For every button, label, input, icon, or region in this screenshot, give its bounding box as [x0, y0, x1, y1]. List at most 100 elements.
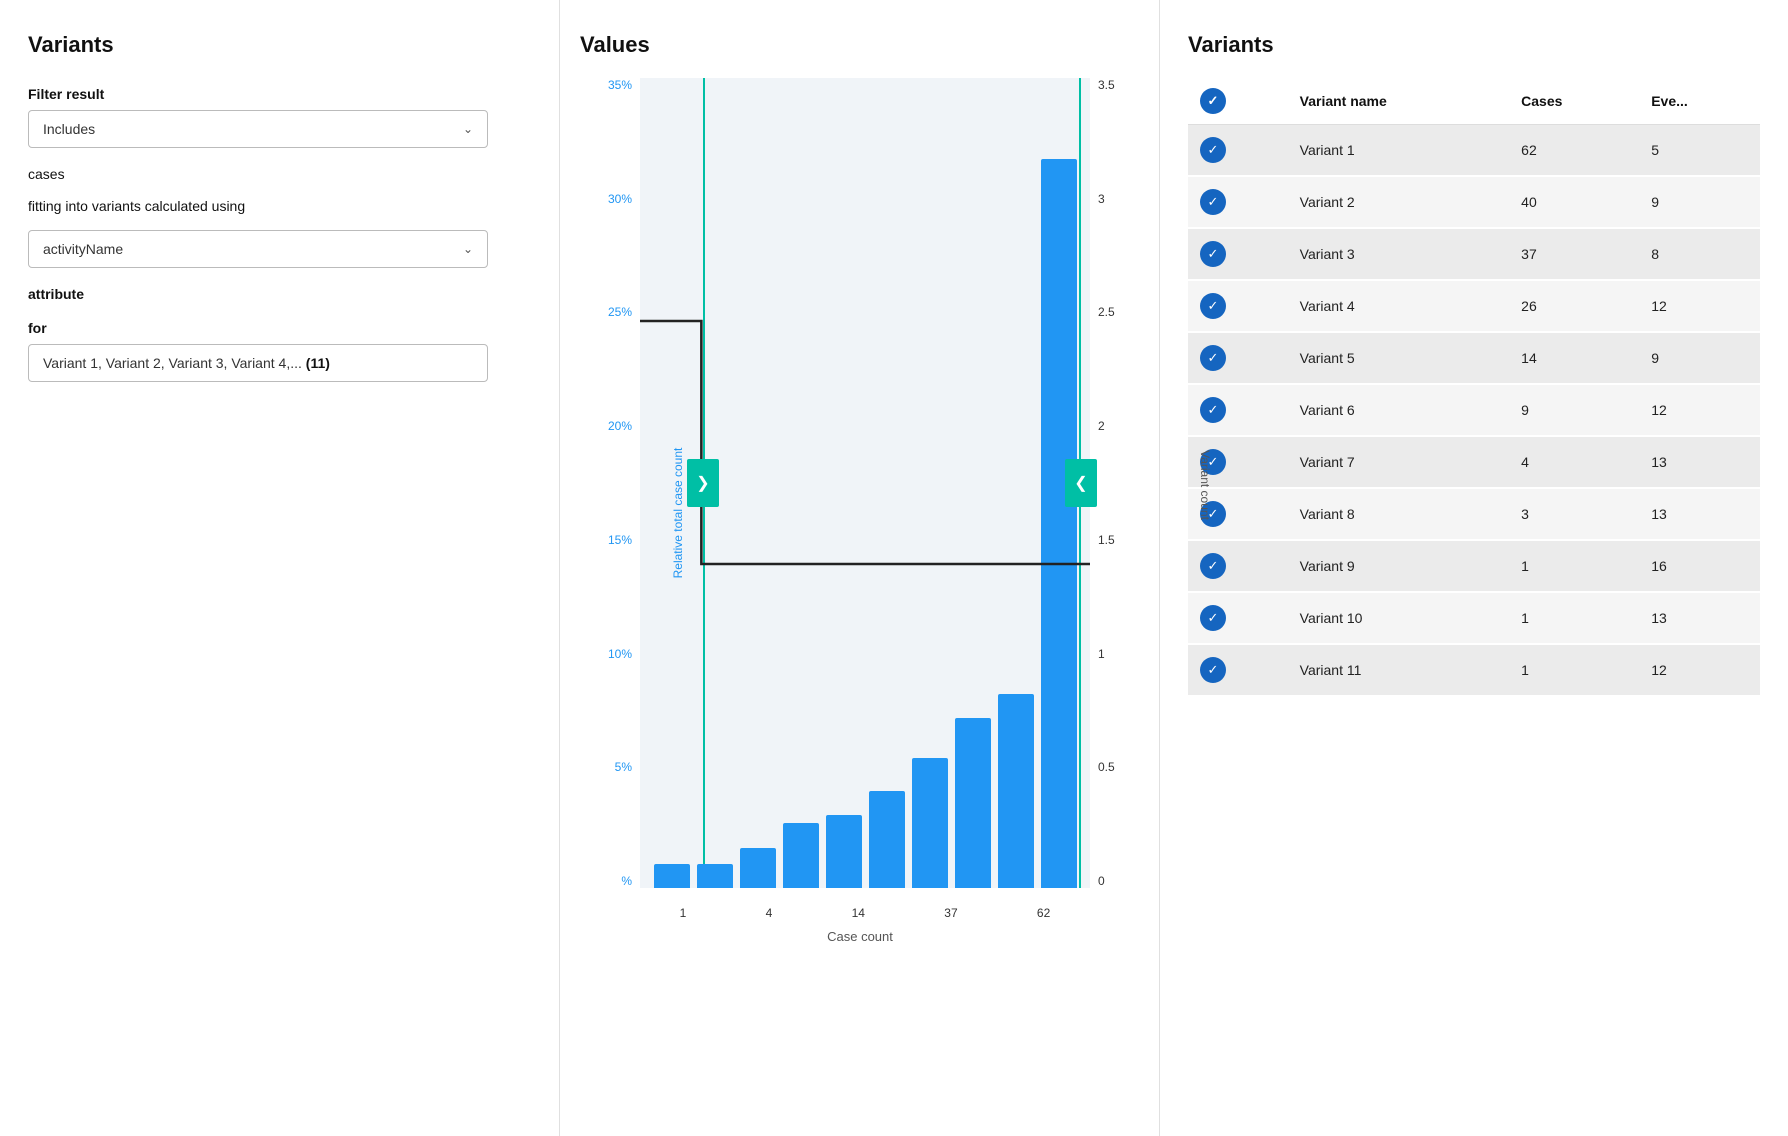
chevron-down-icon: ⌄ [463, 122, 473, 136]
y-axis-right: 3.5 3 2.5 2 1.5 1 0.5 0 [1092, 78, 1140, 888]
filter-result-label: Filter result [28, 86, 531, 102]
table-row: ✓Variant 10113 [1188, 592, 1760, 644]
row-check-cell[interactable]: ✓ [1188, 644, 1288, 696]
middle-panel: Values 35% 30% 25% 20% 15% 10% 5% % ❯ ❮ [560, 0, 1160, 1136]
row-events: 12 [1639, 644, 1760, 696]
row-check-cell[interactable]: ✓ [1188, 384, 1288, 436]
row-variant-name: Variant 3 [1288, 228, 1510, 280]
row-variant-name: Variant 2 [1288, 176, 1510, 228]
check-icon[interactable]: ✓ [1200, 605, 1226, 631]
variant-count-value: (11) [306, 355, 330, 371]
check-icon[interactable]: ✓ [1200, 189, 1226, 215]
table-row: ✓ Variant 1625 [1188, 125, 1760, 177]
bar-10 [1041, 159, 1077, 888]
row-cases: 14 [1509, 332, 1639, 384]
row-events: 16 [1639, 540, 1760, 592]
row-variant-name: Variant 5 [1288, 332, 1510, 384]
row-check-cell[interactable]: ✓ [1188, 592, 1288, 644]
row-variant-name: Variant 8 [1288, 488, 1510, 540]
table-row: ✓Variant 42612 [1188, 280, 1760, 332]
row-variant-name: Variant 11 [1288, 644, 1510, 696]
row-events: 5 [1639, 125, 1760, 177]
variant-list-box: Variant 1, Variant 2, Variant 3, Variant… [28, 344, 488, 382]
chart-container: 35% 30% 25% 20% 15% 10% 5% % ❯ ❮ [580, 78, 1140, 948]
attribute-label: attribute [28, 286, 531, 302]
row-check-cell[interactable]: ✓ [1188, 280, 1288, 332]
row-check-cell[interactable]: ✓ [1188, 125, 1288, 177]
row-cases: 37 [1509, 228, 1639, 280]
row-events: 9 [1639, 332, 1760, 384]
row-events: 12 [1639, 384, 1760, 436]
th-variant-name: Variant name [1288, 78, 1510, 125]
check-icon[interactable]: ✓ [1200, 137, 1226, 163]
nav-arrow-left[interactable]: ❯ [687, 459, 719, 507]
row-variant-name: Variant 1 [1288, 125, 1510, 177]
nav-arrow-right[interactable]: ❮ [1065, 459, 1097, 507]
row-check-cell[interactable]: ✓ [1188, 332, 1288, 384]
check-icon[interactable]: ✓ [1200, 397, 1226, 423]
row-events: 12 [1639, 280, 1760, 332]
row-events: 13 [1639, 488, 1760, 540]
cases-text: cases [28, 166, 531, 182]
table-row: ✓Variant 7413 [1188, 436, 1760, 488]
row-cases: 3 [1509, 488, 1639, 540]
table-row: ✓ Variant 11112 [1188, 644, 1760, 696]
row-cases: 1 [1509, 644, 1639, 696]
bar-6 [869, 791, 905, 888]
chart-area: ❯ ❮ [640, 78, 1090, 888]
values-title: Values [580, 32, 1139, 58]
row-events: 8 [1639, 228, 1760, 280]
bar-9 [998, 694, 1034, 888]
bar-4 [783, 823, 819, 888]
x-axis: 1 4 14 37 62 [640, 906, 1090, 920]
bar-3 [740, 848, 776, 889]
bar-1 [654, 864, 690, 888]
table-row: ✓ Variant 5149 [1188, 332, 1760, 384]
left-panel-title: Variants [28, 32, 531, 58]
x-axis-title: Case count [580, 929, 1140, 944]
right-panel: Variants ✓ Variant name Cases Eve... ✓Va… [1160, 0, 1788, 1136]
activity-select[interactable]: activityName ⌄ [28, 230, 488, 268]
row-check-cell[interactable]: ✓ [1188, 176, 1288, 228]
row-events: 13 [1639, 592, 1760, 644]
y-axis-left-title: Relative total case count [671, 413, 685, 613]
row-cases: 62 [1509, 125, 1639, 177]
check-icon[interactable]: ✓ [1200, 553, 1226, 579]
variant-list-text: Variant 1, Variant 2, Variant 3, Variant… [43, 355, 302, 371]
activity-value: activityName [43, 241, 123, 257]
table-row: ✓ Variant 2409 [1188, 176, 1760, 228]
row-check-cell[interactable]: ✓ [1188, 540, 1288, 592]
row-events: 13 [1639, 436, 1760, 488]
left-panel: Variants Filter result Includes ⌄ cases … [0, 0, 560, 1136]
table-row: ✓ Variant 3378 [1188, 228, 1760, 280]
row-cases: 1 [1509, 592, 1639, 644]
bar-7 [912, 758, 948, 888]
row-cases: 9 [1509, 384, 1639, 436]
check-icon[interactable]: ✓ [1200, 241, 1226, 267]
th-cases: Cases [1509, 78, 1639, 125]
bar-5 [826, 815, 862, 888]
bar-2 [697, 864, 733, 888]
table-row: ✓ Variant 6912 [1188, 384, 1760, 436]
table-row: ✓Variant 8313 [1188, 488, 1760, 540]
filter-result-select[interactable]: Includes ⌄ [28, 110, 488, 148]
y-axis-left: 35% 30% 25% 20% 15% 10% 5% % [580, 78, 638, 888]
table-row: ✓Variant 9116 [1188, 540, 1760, 592]
row-variant-name: Variant 7 [1288, 436, 1510, 488]
row-variant-name: Variant 4 [1288, 280, 1510, 332]
bar-8 [955, 718, 991, 888]
y-axis-right-title: Variant count [1198, 450, 1212, 520]
row-check-cell[interactable]: ✓ [1188, 228, 1288, 280]
header-check-icon[interactable]: ✓ [1200, 88, 1226, 114]
fitting-text: fitting into variants calculated using [28, 198, 531, 214]
right-panel-title: Variants [1188, 32, 1760, 58]
check-icon[interactable]: ✓ [1200, 657, 1226, 683]
check-icon[interactable]: ✓ [1200, 293, 1226, 319]
filter-result-value: Includes [43, 121, 95, 137]
row-cases: 4 [1509, 436, 1639, 488]
row-events: 9 [1639, 176, 1760, 228]
row-cases: 40 [1509, 176, 1639, 228]
check-icon[interactable]: ✓ [1200, 345, 1226, 371]
th-check: ✓ [1188, 78, 1288, 125]
row-variant-name: Variant 6 [1288, 384, 1510, 436]
